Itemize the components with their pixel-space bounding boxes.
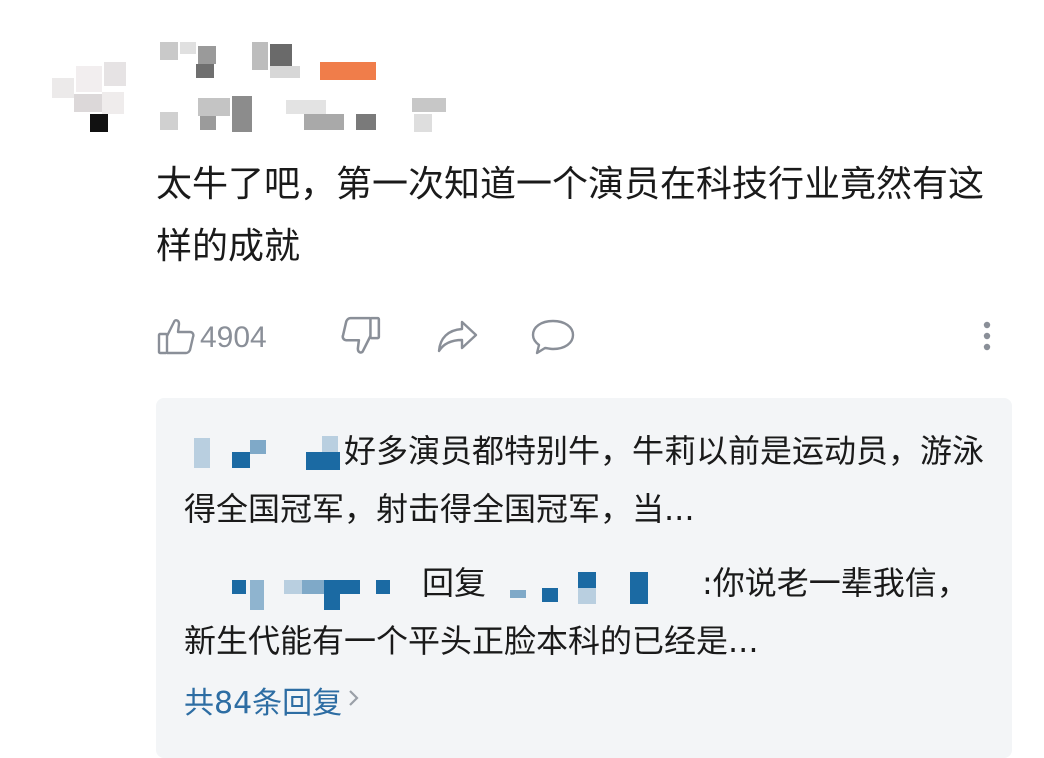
reply-verb: 回复 (422, 564, 487, 602)
replied-to-name[interactable] (486, 562, 702, 608)
reply-button[interactable] (530, 316, 576, 360)
thumbs-up-icon (156, 316, 196, 360)
comment-bubble-icon (530, 316, 576, 360)
like-count: 4904 (200, 321, 267, 354)
replies-preview[interactable]: 好多演员都特别牛，牛莉以前是运动员，游泳得全国冠军，射击得全国冠军，当... 回… (156, 398, 1012, 758)
share-icon (436, 316, 480, 360)
chevron-right-icon (346, 683, 362, 718)
reply-item[interactable]: 好多演员都特别牛，牛莉以前是运动员，游泳得全国冠军，射击得全国冠军，当... (184, 422, 984, 538)
view-all-replies-link[interactable]: 共84条回复 (184, 678, 362, 722)
avatar[interactable] (52, 62, 132, 134)
more-vertical-icon (980, 316, 994, 360)
comment-actions: 4904 (156, 316, 1006, 360)
comment-text: 太牛了吧，第一次知道一个演员在科技行业竟然有这样的成就 (156, 164, 985, 267)
reply-author-name[interactable] (184, 562, 422, 610)
thumbs-down-icon (340, 315, 382, 361)
more-options-button[interactable] (980, 316, 994, 360)
reply-item[interactable]: 回复 :你说老一辈我信，新生代能有一个平头正脸本科的已经是... (184, 554, 984, 670)
total-replies-label: 共84条回复 (184, 686, 343, 721)
user-badge (320, 62, 376, 80)
dislike-button[interactable] (340, 316, 382, 360)
comment-meta (160, 92, 460, 134)
share-button[interactable] (436, 316, 480, 360)
like-button[interactable]: 4904 (156, 316, 267, 360)
username[interactable] (160, 40, 380, 82)
reply-author-name[interactable] (184, 430, 344, 476)
